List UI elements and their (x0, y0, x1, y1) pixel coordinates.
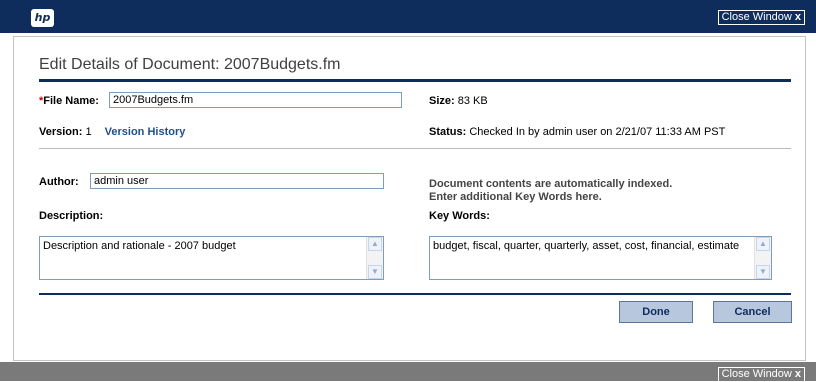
status-field: Status: Checked In by admin user on 2/21… (429, 126, 725, 138)
index-note: Document contents are automatically inde… (429, 178, 672, 204)
scroll-up-icon[interactable]: ▲ (368, 237, 382, 251)
done-button[interactable]: Done (619, 301, 693, 323)
close-icon: x (794, 11, 801, 23)
status-label: Status: (429, 126, 467, 138)
section-divider (39, 148, 791, 149)
version-label: Version: (39, 126, 83, 138)
status-value: Checked In by admin user on 2/21/07 11:3… (469, 126, 726, 138)
keywords-textarea[interactable]: budget, fiscal, quarter, quarterly, asse… (429, 236, 772, 280)
version-history-link[interactable]: Version History (105, 126, 186, 138)
version-value: 1 (85, 126, 92, 138)
scroll-up-icon[interactable]: ▲ (756, 237, 770, 251)
keywords-scrollbar[interactable]: ▲ ▼ (754, 237, 771, 279)
close-window-button[interactable]: Close Window x (717, 10, 805, 25)
file-name-label-text: File Name: (43, 95, 99, 107)
edit-document-panel: Edit Details of Document: 2007Budgets.fm… (13, 36, 806, 361)
description-label: Description: (39, 210, 104, 222)
close-icon: x (794, 368, 801, 380)
keywords-label: Key Words: (429, 210, 490, 222)
hp-logo: hp (31, 9, 54, 27)
close-window-button-bottom[interactable]: Close Window x (717, 367, 805, 382)
size-label: Size: (429, 95, 455, 107)
keywords-text: budget, fiscal, quarter, quarterly, asse… (433, 240, 740, 252)
size-field: Size: 83 KB (429, 95, 488, 107)
page-title: Edit Details of Document: 2007Budgets.fm (39, 56, 341, 73)
index-note-line-1: Document contents are automatically inde… (429, 178, 673, 190)
description-scrollbar[interactable]: ▲ ▼ (366, 237, 383, 279)
header-bar: hp Close Window x (0, 0, 816, 33)
description-textarea[interactable]: Description and rationale - 2007 budget … (39, 236, 384, 280)
author-label: Author: (39, 176, 79, 188)
index-note-line-2: Enter additional Key Words here. (429, 191, 602, 203)
cancel-button[interactable]: Cancel (713, 301, 792, 323)
scroll-down-icon[interactable]: ▼ (368, 265, 382, 279)
version-field: Version: 1 Version History (39, 126, 185, 138)
description-text: Description and rationale - 2007 budget (43, 240, 236, 252)
file-name-input[interactable] (109, 92, 402, 108)
title-divider (39, 79, 791, 82)
size-value: 83 KB (457, 95, 488, 107)
footer-bar (0, 362, 816, 381)
scroll-down-icon[interactable]: ▼ (756, 265, 770, 279)
close-window-label: Close Window (721, 368, 792, 380)
file-name-label: *File Name: (39, 95, 99, 107)
author-input[interactable] (90, 173, 384, 189)
close-window-label: Close Window (721, 11, 792, 23)
actions-divider (39, 293, 791, 295)
